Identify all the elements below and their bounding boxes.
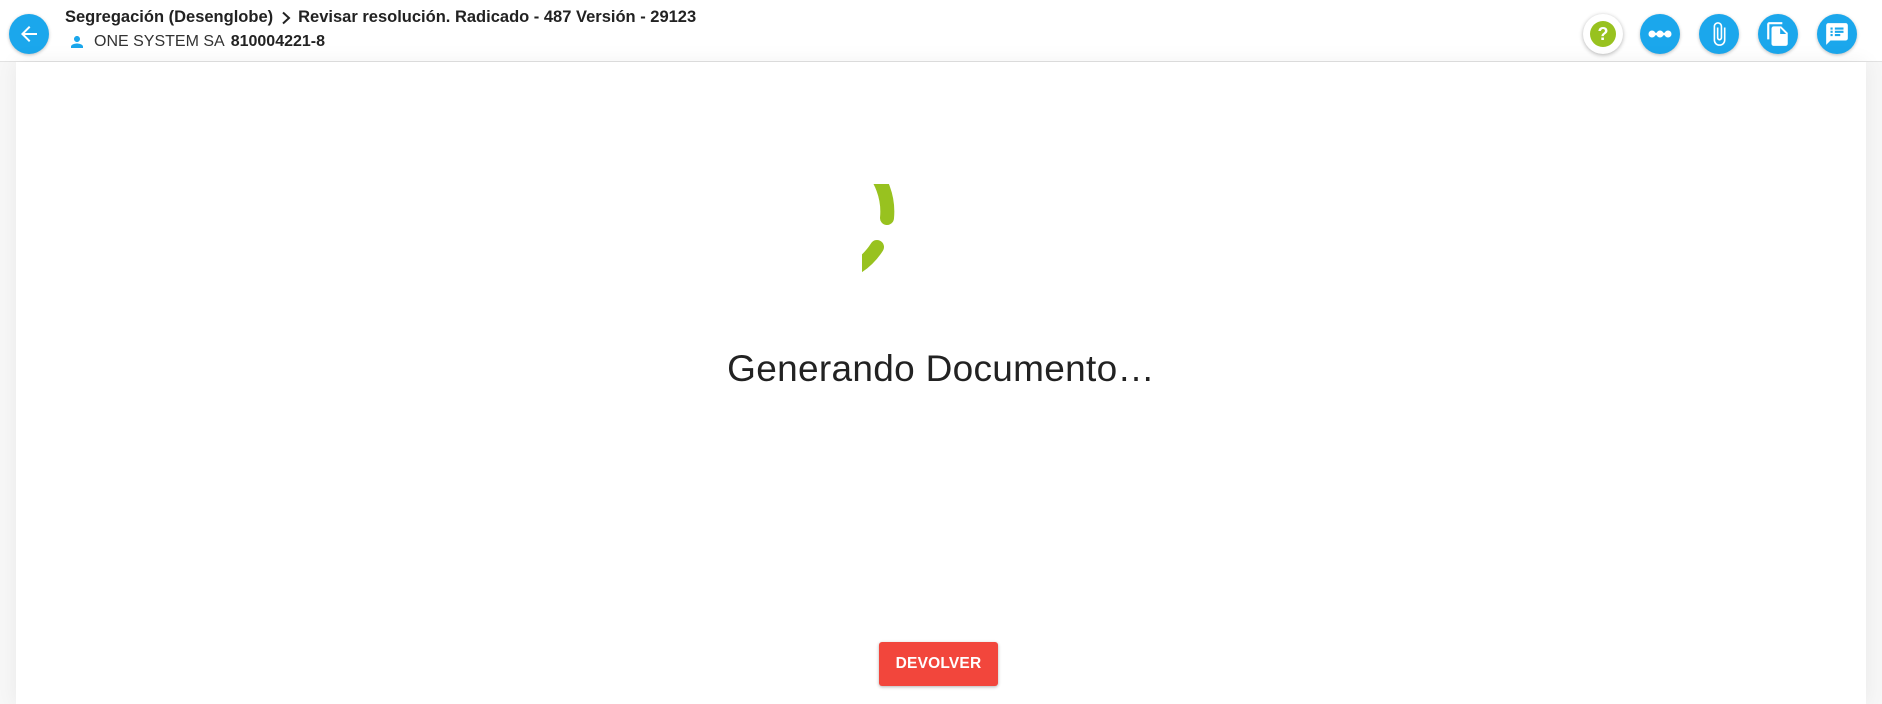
top-header: Segregación (Desenglobe) Revisar resoluc… bbox=[0, 0, 1882, 62]
company-name: ONE SYSTEM SA bbox=[94, 33, 225, 50]
help-icon: ? bbox=[1590, 21, 1616, 47]
breadcrumb-parent[interactable]: Segregación (Desenglobe) bbox=[65, 8, 273, 27]
chevron-right-icon bbox=[280, 11, 292, 25]
workflow-icon bbox=[1648, 30, 1672, 38]
back-button[interactable] bbox=[9, 14, 49, 54]
devolver-button[interactable]: DEVOLVER bbox=[879, 642, 998, 686]
person-icon bbox=[71, 36, 83, 48]
documents-button[interactable] bbox=[1758, 14, 1798, 54]
comments-icon bbox=[1826, 23, 1848, 45]
svg-text:?: ? bbox=[1598, 24, 1609, 44]
breadcrumb: Segregación (Desenglobe) Revisar resoluc… bbox=[65, 8, 696, 27]
arrow-left-icon bbox=[21, 26, 37, 42]
attachment-icon bbox=[1713, 22, 1726, 46]
breadcrumb-current: Revisar resolución. Radicado - 487 Versi… bbox=[298, 8, 697, 26]
help-button[interactable]: ? bbox=[1583, 14, 1623, 54]
loading-message: Generando Documento… bbox=[727, 348, 1155, 389]
copy-icon bbox=[1767, 22, 1788, 46]
workflow-button[interactable] bbox=[1640, 14, 1680, 54]
comments-button[interactable] bbox=[1817, 14, 1857, 54]
attachments-button[interactable] bbox=[1699, 14, 1739, 54]
company-nit: 810004221-8 bbox=[230, 33, 326, 50]
loading-spinner-icon bbox=[862, 184, 895, 273]
company-info: ONE SYSTEM SA 810004221-8 bbox=[68, 33, 325, 51]
